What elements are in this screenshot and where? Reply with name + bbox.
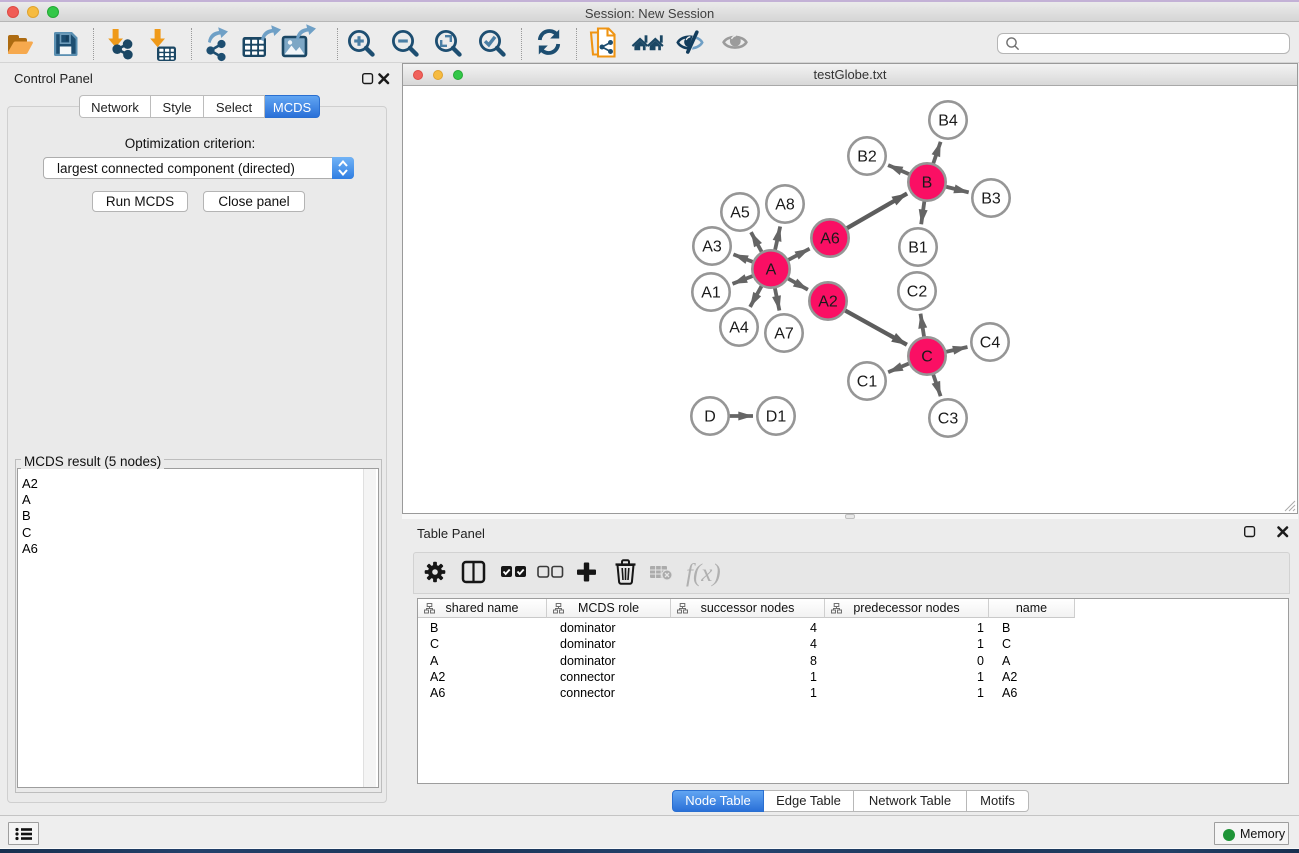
svg-text:B: B	[922, 175, 933, 192]
svg-text:B4: B4	[938, 113, 958, 130]
svg-text:C1: C1	[857, 374, 878, 391]
svg-text:A: A	[766, 262, 777, 279]
svg-text:C2: C2	[907, 284, 928, 301]
svg-text:f(x): f(x)	[686, 560, 721, 587]
svg-text:B1: B1	[908, 240, 928, 257]
svg-text:B2: B2	[857, 149, 877, 166]
svg-text:C3: C3	[938, 411, 959, 428]
svg-text:A6: A6	[820, 231, 840, 248]
svg-text:C4: C4	[980, 335, 1001, 352]
svg-text:A3: A3	[702, 239, 722, 256]
svg-text:B3: B3	[981, 191, 1001, 208]
svg-text:A5: A5	[730, 205, 750, 222]
svg-text:A2: A2	[818, 294, 838, 311]
svg-text:A8: A8	[775, 197, 795, 214]
svg-text:A1: A1	[701, 285, 721, 302]
svg-text:D: D	[704, 409, 716, 426]
svg-text:D1: D1	[766, 409, 787, 426]
svg-text:A7: A7	[774, 326, 794, 343]
svg-text:C: C	[921, 349, 933, 366]
svg-text:A4: A4	[729, 320, 749, 337]
